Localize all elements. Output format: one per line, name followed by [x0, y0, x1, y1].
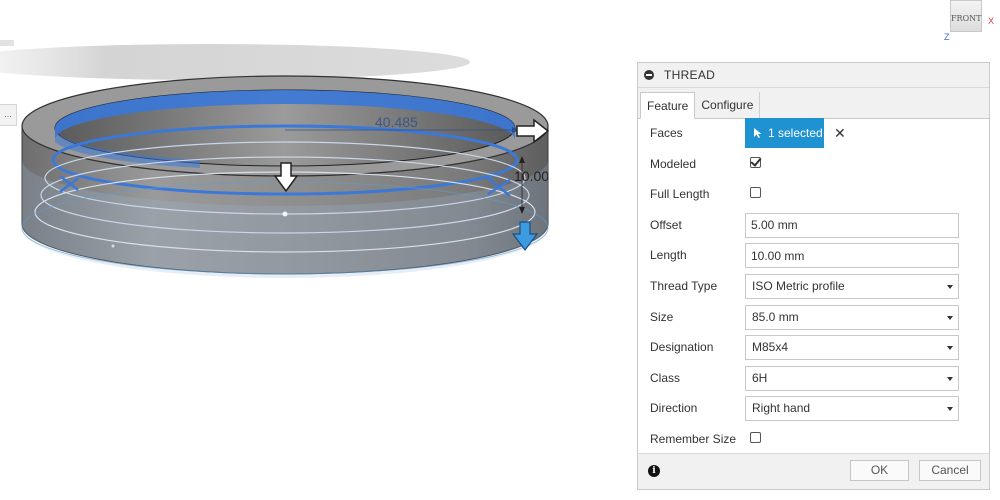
remember-size-checkbox[interactable] — [750, 431, 761, 443]
remember-size-row: Remember Size — [638, 424, 989, 455]
size-value: 85.0 mm — [752, 309, 799, 324]
thread-type-select[interactable]: ISO Metric profile — [745, 273, 959, 299]
chevron-down-icon — [947, 315, 953, 320]
ground-shadow-left — [0, 40, 14, 46]
size-label: Size — [650, 309, 674, 324]
dimension-diameter-label[interactable]: 40.485 — [375, 114, 418, 130]
chevron-down-icon — [947, 284, 953, 289]
offset-label: Offset — [650, 217, 682, 232]
direction-label: Direction — [650, 401, 698, 416]
thread-type-value: ISO Metric profile — [752, 278, 845, 293]
offset-row: Offset — [638, 210, 989, 241]
thread-type-label: Thread Type — [650, 278, 718, 293]
cancel-button[interactable]: Cancel — [919, 460, 981, 481]
dialog-title: THREAD — [664, 68, 716, 82]
view-cube[interactable]: FRONT X Z — [940, 0, 1000, 46]
view-cube-front-face[interactable]: FRONT — [950, 0, 982, 32]
chevron-down-icon — [947, 346, 953, 351]
direction-row: Direction Right hand — [638, 393, 989, 424]
center-point — [282, 211, 288, 217]
tab-feature[interactable]: Feature — [640, 92, 696, 119]
thread-type-row: Thread Type ISO Metric profile — [638, 271, 989, 302]
remember-size-label: Remember Size — [650, 431, 737, 446]
length-input[interactable] — [745, 243, 959, 269]
full-length-row: Full Length — [638, 179, 989, 210]
chevron-down-icon — [947, 407, 953, 412]
axis-x-label: X — [988, 16, 995, 26]
faces-row: Faces 1 selected ✕ — [638, 118, 989, 149]
designation-row: Designation M85x4 — [638, 332, 989, 363]
size-row: Size 85.0 mm — [638, 302, 989, 333]
faces-selection-button[interactable]: 1 selected — [745, 118, 824, 148]
collapse-icon[interactable] — [644, 70, 654, 80]
faces-label: Faces — [650, 126, 683, 140]
dialog-footer: i OK Cancel — [638, 453, 989, 489]
dimension-height-label[interactable]: 10.00 — [514, 168, 549, 184]
checkmark-icon — [750, 154, 762, 167]
chevron-down-icon — [947, 376, 953, 381]
designation-label: Designation — [650, 340, 714, 355]
class-label: Class — [650, 370, 681, 385]
ground-shadow — [0, 44, 470, 80]
dialog-tabs: Feature Configure — [638, 88, 989, 119]
dialog-header[interactable]: THREAD — [638, 63, 989, 88]
faces-selection-text: 1 selected — [768, 126, 823, 140]
modeled-label: Modeled — [650, 156, 697, 171]
full-length-checkbox[interactable] — [750, 187, 761, 199]
modeled-checkbox[interactable] — [750, 154, 762, 168]
clear-selection-icon[interactable]: ✕ — [834, 125, 846, 142]
dialog-fields: Faces 1 selected ✕ Modeled Full Length O… — [638, 118, 989, 455]
cursor-icon — [754, 128, 762, 138]
edge-marker — [111, 244, 115, 248]
class-row: Class 6H — [638, 363, 989, 394]
designation-value: M85x4 — [752, 340, 789, 355]
direction-select[interactable]: Right hand — [745, 396, 959, 422]
modeled-row: Modeled — [638, 149, 989, 180]
length-row: Length — [638, 240, 989, 271]
length-label: Length — [650, 248, 687, 263]
info-icon[interactable]: i — [648, 465, 660, 477]
offset-input[interactable] — [745, 212, 959, 238]
ok-button[interactable]: OK — [850, 460, 909, 481]
full-length-label: Full Length — [650, 187, 710, 202]
class-value: 6H — [752, 370, 768, 385]
designation-select[interactable]: M85x4 — [745, 335, 959, 361]
class-select[interactable]: 6H — [745, 365, 959, 391]
size-select[interactable]: 85.0 mm — [745, 304, 959, 330]
direction-value: Right hand — [752, 401, 811, 416]
axis-z-label: Z — [944, 32, 950, 42]
tab-configure[interactable]: Configure — [695, 92, 761, 118]
thread-dialog: THREAD Feature Configure Faces 1 selecte… — [637, 62, 990, 490]
